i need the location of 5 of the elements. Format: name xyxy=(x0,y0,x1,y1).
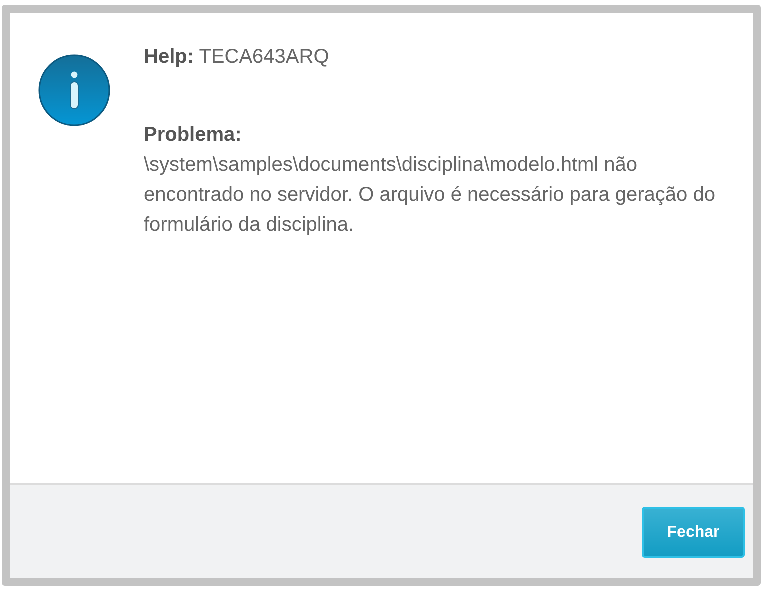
dialog-title: Help: TECA643ARQ xyxy=(144,45,330,70)
problem-heading: Problema: xyxy=(144,123,243,148)
info-icon xyxy=(38,54,111,127)
close-button[interactable]: Fechar xyxy=(642,507,745,558)
problem-message: \system\samples\documents\disciplina\modelo.html não encontrado no servidor. O arquivo é necessário para geração do formulário da disciplina. xyxy=(144,153,716,238)
